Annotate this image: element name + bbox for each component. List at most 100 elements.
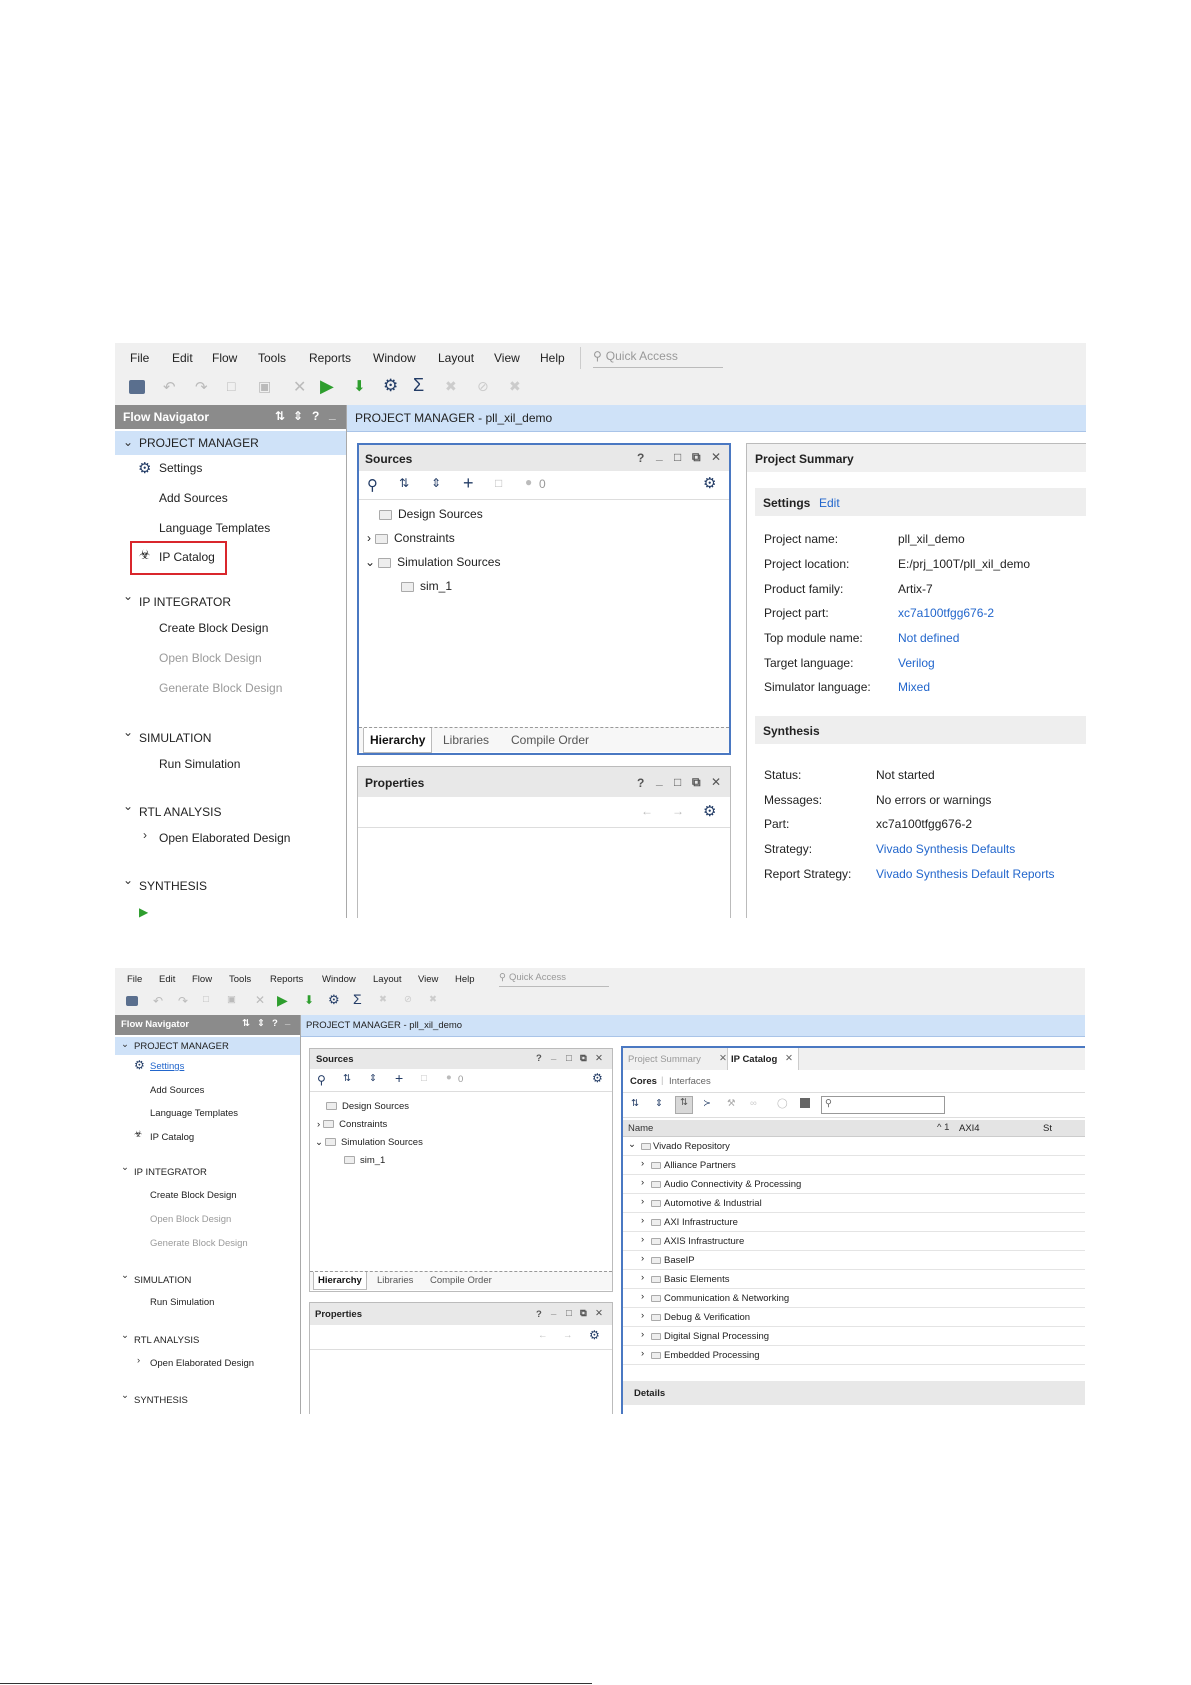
menu-view[interactable]: View (494, 351, 520, 365)
copy-icon[interactable]: □ (203, 994, 209, 1005)
minimize-icon[interactable]: _ (285, 1016, 290, 1027)
chevron-right-icon[interactable]: › (641, 1329, 644, 1340)
disabled-tool-icon[interactable]: ✖ (429, 994, 437, 1005)
settings-gear-icon[interactable]: ⚙ (703, 802, 716, 820)
help-icon[interactable]: ? (536, 1309, 542, 1320)
help-icon[interactable]: ? (536, 1053, 542, 1064)
minimize-icon[interactable]: _ (329, 407, 336, 421)
tab-compile-order[interactable]: Compile Order (511, 733, 589, 747)
nav-item-create-block-design[interactable]: Create Block Design (159, 621, 268, 635)
tree-row-simulation-sources[interactable]: ⌄ Simulation Sources (365, 555, 500, 569)
menu-help[interactable]: Help (540, 351, 565, 365)
nav-item-language-templates[interactable]: Language Templates (159, 521, 270, 535)
tree-row-constraints[interactable]: › Constraints (367, 531, 455, 545)
maximize-icon[interactable]: □ (674, 775, 681, 789)
nav-section-rtl-analysis[interactable]: RTL ANALYSIS (134, 1335, 199, 1346)
tree-row-simulation-sources[interactable]: ⌄ Simulation Sources (315, 1137, 423, 1148)
ip-category-row[interactable]: › Debug & Verification (623, 1308, 1085, 1327)
quick-access-search[interactable]: ⚲ Quick Access (499, 972, 609, 987)
ip-category-row[interactable]: › Embedded Processing (623, 1346, 1085, 1365)
nav-item-open-elaborated-design[interactable]: Open Elaborated Design (150, 1358, 254, 1369)
chevron-right-icon[interactable]: › (641, 1348, 644, 1359)
tree-row-sim-1[interactable]: sim_1 (401, 579, 452, 593)
menu-flow[interactable]: Flow (192, 974, 212, 985)
help-icon[interactable]: ? (637, 451, 644, 465)
expand-all-icon[interactable]: ⇕ (655, 1098, 663, 1109)
close-icon[interactable]: ✕ (719, 1053, 727, 1064)
ip-category-row[interactable]: › AXIS Infrastructure (623, 1232, 1085, 1251)
link-icon[interactable]: ∞ (750, 1098, 757, 1109)
settings-gear-icon[interactable]: ⚙ (703, 474, 716, 492)
tree-row-constraints[interactable]: › Constraints (317, 1119, 387, 1130)
nav-section-ip-integrator[interactable]: IP INTEGRATOR (139, 595, 231, 609)
chevron-down-icon[interactable]: ⌄ (628, 1139, 636, 1150)
add-icon[interactable]: + (463, 473, 474, 494)
help-icon[interactable]: ? (272, 1018, 278, 1029)
menu-help[interactable]: Help (455, 974, 475, 985)
run-icon[interactable]: ▶ (277, 992, 288, 1009)
quick-access-search[interactable]: ⚲ Quick Access (593, 349, 723, 368)
chevron-right-icon[interactable]: › (137, 1355, 140, 1366)
tab-hierarchy[interactable]: Hierarchy (363, 728, 433, 753)
subtab-interfaces[interactable]: Interfaces (669, 1076, 711, 1087)
collapse-all-icon[interactable]: ⇅ (343, 1073, 351, 1084)
nav-item-open-elaborated-design[interactable]: Open Elaborated Design (159, 831, 290, 845)
chevron-right-icon[interactable]: › (641, 1291, 644, 1302)
forward-arrow-icon[interactable]: → (563, 1330, 573, 1341)
copy-icon[interactable]: □ (227, 378, 235, 394)
nav-item-run-simulation[interactable]: Run Simulation (150, 1297, 214, 1308)
expand-icon[interactable]: ⇕ (257, 1018, 265, 1029)
close-icon[interactable]: ✕ (711, 775, 721, 789)
tab-project-summary[interactable]: Project Summary (628, 1054, 701, 1065)
delete-icon[interactable]: ✕ (255, 993, 265, 1007)
run-icon[interactable]: ▶ (320, 376, 334, 397)
col-axi4[interactable]: AXI4 (959, 1123, 980, 1134)
disabled-tool-icon[interactable]: ◯ (777, 1098, 788, 1109)
filter-icon[interactable]: ⇅ (675, 1096, 693, 1114)
ip-category-row[interactable]: › BaseIP (623, 1251, 1085, 1270)
back-arrow-icon[interactable]: ← (641, 804, 653, 818)
open-project-icon[interactable] (126, 996, 138, 1006)
tree-row-design-sources[interactable]: Design Sources (379, 507, 483, 521)
tab-libraries[interactable]: Libraries (377, 1275, 413, 1286)
program-device-icon[interactable]: ⬇ (353, 377, 366, 395)
minimize-icon[interactable]: _ (551, 1051, 556, 1062)
nav-item-open-block-design[interactable]: Open Block Design (150, 1214, 231, 1225)
menu-edit[interactable]: Edit (172, 351, 193, 365)
ip-category-row[interactable]: › Basic Elements (623, 1270, 1085, 1289)
nav-item-open-block-design[interactable]: Open Block Design (159, 651, 262, 665)
nav-item-create-block-design[interactable]: Create Block Design (150, 1190, 237, 1201)
chevron-right-icon[interactable]: › (641, 1196, 644, 1207)
maximize-icon[interactable]: □ (674, 450, 681, 464)
nav-item-settings[interactable]: Settings (150, 1061, 184, 1072)
nav-item-settings[interactable]: Settings (159, 461, 202, 475)
float-icon[interactable]: ⧉ (692, 775, 701, 790)
chevron-down-icon[interactable]: ⌄ (365, 555, 375, 569)
disabled-tool-icon[interactable]: ⊘ (477, 378, 489, 395)
settings-gear-icon[interactable]: ⚙ (592, 1071, 603, 1085)
menu-window[interactable]: Window (373, 351, 416, 365)
tab-compile-order[interactable]: Compile Order (430, 1275, 492, 1286)
stop-icon[interactable] (800, 1098, 810, 1108)
nav-item-generate-block-design[interactable]: Generate Block Design (159, 681, 282, 695)
target-language-link[interactable]: Verilog (898, 656, 935, 670)
back-arrow-icon[interactable]: ← (538, 1330, 548, 1341)
menu-reports[interactable]: Reports (309, 351, 351, 365)
maximize-icon[interactable]: □ (566, 1053, 572, 1064)
float-icon[interactable]: ⧉ (580, 1053, 587, 1064)
edit-settings-link[interactable]: Edit (819, 496, 840, 510)
tab-libraries[interactable]: Libraries (443, 733, 489, 747)
program-device-icon[interactable]: ⬇ (304, 993, 314, 1007)
top-module-link[interactable]: Not defined (898, 631, 959, 645)
minimize-icon[interactable]: _ (656, 773, 663, 787)
settings-gear-icon[interactable]: ⚙ (328, 992, 340, 1008)
ip-category-row[interactable]: › Automotive & Industrial (623, 1194, 1085, 1213)
expand-all-icon[interactable]: ⇕ (431, 476, 441, 490)
chevron-right-icon[interactable]: › (317, 1119, 320, 1130)
close-icon[interactable]: ✕ (711, 450, 721, 464)
nav-item-add-sources[interactable]: Add Sources (159, 491, 228, 505)
chevron-right-icon[interactable]: › (367, 531, 371, 545)
search-icon[interactable]: ⚲ (367, 476, 378, 494)
open-project-icon[interactable] (129, 380, 145, 394)
chevron-right-icon[interactable]: › (641, 1177, 644, 1188)
